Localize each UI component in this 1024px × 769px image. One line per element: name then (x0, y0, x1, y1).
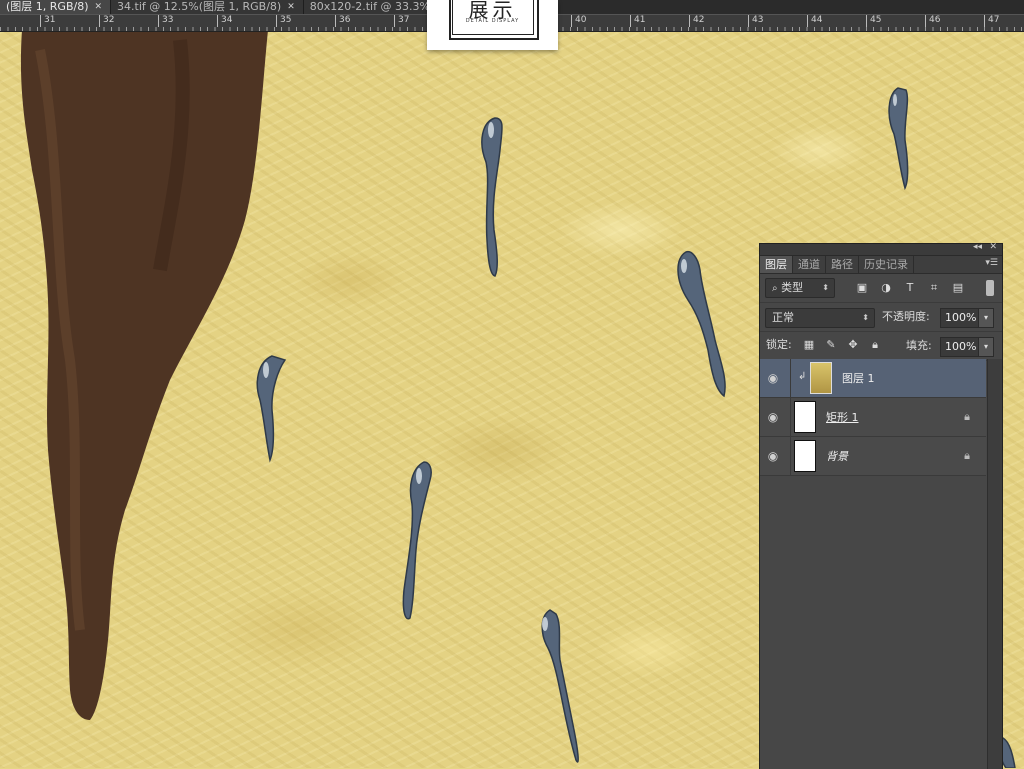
blend-mode-select[interactable]: 正常 ⬍ (765, 308, 875, 328)
smart-object-filter-icon[interactable]: ▤ (951, 281, 965, 294)
blend-mode-value: 正常 (772, 311, 794, 324)
drip (481, 117, 503, 277)
layer-separator (790, 437, 791, 475)
shape-filter-icon[interactable]: ⌗ (927, 281, 941, 295)
layers-panel: ◂◂ ✕ 图层 通道 路径 历史记录 ▾☰ ⌕ 类型 ⬍ ▣ ◑ T ⌗ ▤ 正… (759, 242, 1003, 769)
drip (256, 355, 287, 463)
ruler-label: 43 (748, 15, 763, 27)
panel-menu-icon[interactable]: ▾☰ (985, 258, 998, 268)
layer-row-layer1[interactable]: ◉ ↲ 图层 1 (760, 359, 986, 398)
layer-name: 背景 (826, 450, 848, 463)
fill-input[interactable]: 100% (940, 337, 982, 357)
tab-layers[interactable]: 图层 (760, 256, 793, 273)
trunk-shape (20, 30, 268, 720)
ruler-label: 34 (217, 15, 232, 27)
layer-row-background[interactable]: ◉ 背景 🔒︎ (760, 437, 986, 476)
lock-row: 锁定: ▦ ✎ ✥ 🔒︎ 填充: 100% ▾ (760, 332, 1002, 361)
filter-label: 类型 (781, 281, 804, 294)
tab-label: 34.tif @ 12.5%(图层 1, RGB/8) (117, 0, 282, 13)
lock-all-icon[interactable]: 🔒︎ (868, 338, 882, 352)
ruler-label: 35 (276, 15, 291, 27)
ruler-label: 31 (40, 15, 55, 27)
panel-header: ◂◂ ✕ (760, 242, 1002, 256)
ruler-label: 42 (689, 15, 704, 27)
filter-select[interactable]: ⌕ 类型 ⬍ (765, 278, 835, 298)
ruler-label: 45 (866, 15, 881, 27)
ruler-label: 44 (807, 15, 822, 27)
chevron-down-icon[interactable]: ▾ (978, 308, 994, 328)
ruler-label: 47 (984, 15, 999, 27)
close-icon[interactable]: ✕ (287, 0, 295, 14)
lock-label: 锁定: (766, 338, 792, 351)
layer-row-rect1[interactable]: ◉ 矩形 1 🔒︎ (760, 398, 986, 437)
ruler-label: 36 (335, 15, 350, 27)
eye-icon[interactable]: ◉ (766, 410, 780, 424)
chevron-down-icon[interactable]: ▾ (978, 337, 994, 357)
tab-label: (图层 1, RGB/8) (6, 0, 89, 13)
search-icon: ⌕ (772, 283, 778, 294)
eye-icon[interactable]: ◉ (766, 449, 780, 463)
layer-list: ◉ ↲ 图层 1 ◉ 矩形 1 🔒︎ ◉ 背景 🔒︎ (760, 359, 986, 476)
detail-display-badge: 展示 DETAIL DISPLAY (427, 0, 558, 50)
drip (541, 609, 579, 763)
fill-label: 填充: (906, 339, 932, 352)
ruler-label: 32 (99, 15, 114, 27)
close-icon[interactable]: ✕ (95, 0, 103, 14)
double-chevron-icon[interactable]: ◂◂ (973, 242, 982, 252)
blend-row: 正常 ⬍ 不透明度: 100% ▾ (760, 303, 1002, 332)
tab-channels[interactable]: 通道 (793, 256, 826, 273)
drip (402, 461, 432, 620)
close-icon[interactable]: ✕ (989, 242, 997, 252)
drip (677, 250, 726, 398)
filter-row: ⌕ 类型 ⬍ ▣ ◑ T ⌗ ▤ (760, 274, 1002, 303)
eye-icon[interactable]: ◉ (766, 371, 780, 385)
lock-icon: 🔒︎ (964, 449, 970, 462)
ruler-label: 46 (925, 15, 940, 27)
clipping-arrow-icon: ↲ (798, 371, 807, 382)
ruler-label: 41 (630, 15, 645, 27)
opacity-label: 不透明度: (882, 310, 930, 323)
panel-tabs: 图层 通道 路径 历史记录 ▾☰ (760, 256, 1002, 274)
document-tab[interactable]: (图层 1, RGB/8) ✕ (0, 0, 112, 14)
lock-move-icon[interactable]: ✥ (846, 338, 860, 351)
opacity-input[interactable]: 100% (940, 308, 982, 328)
adjustment-filter-icon[interactable]: ◑ (879, 281, 893, 294)
document-tab[interactable]: 34.tif @ 12.5%(图层 1, RGB/8) ✕ (111, 0, 304, 14)
layer-thumbnail (794, 401, 816, 433)
layer-thumbnail (794, 440, 816, 472)
ruler-label: 33 (158, 15, 173, 27)
ruler-label: 37 (394, 15, 409, 27)
layer-thumbnail (810, 362, 832, 394)
layer-separator (790, 398, 791, 436)
lock-brush-icon[interactable]: ✎ (824, 338, 838, 351)
updown-icon: ⬍ (822, 283, 829, 292)
drip (888, 87, 909, 191)
badge-subtitle: DETAIL DISPLAY (465, 18, 520, 24)
ruler-label: 40 (571, 15, 586, 27)
document-tabs: (图层 1, RGB/8) ✕ 34.tif @ 12.5%(图层 1, RGB… (0, 0, 439, 14)
lock-transparency-icon[interactable]: ▦ (802, 338, 816, 351)
tab-history[interactable]: 历史记录 (859, 256, 914, 273)
layer-name: 图层 1 (842, 372, 875, 385)
image-filter-icon[interactable]: ▣ (855, 281, 869, 294)
layer-name: 矩形 1 (826, 411, 859, 424)
document-tab[interactable]: 80x120-2.tif @ 33.3% (303, 0, 439, 14)
type-filter-icon[interactable]: T (903, 281, 917, 294)
filter-toggle[interactable] (986, 280, 994, 296)
tab-label: 80x120-2.tif @ 33.3% (309, 0, 430, 13)
panel-scrollbar[interactable] (987, 359, 1002, 769)
lock-icon: 🔒︎ (964, 410, 970, 423)
tab-paths[interactable]: 路径 (826, 256, 859, 273)
updown-icon: ⬍ (862, 313, 869, 322)
layer-separator (790, 359, 791, 397)
